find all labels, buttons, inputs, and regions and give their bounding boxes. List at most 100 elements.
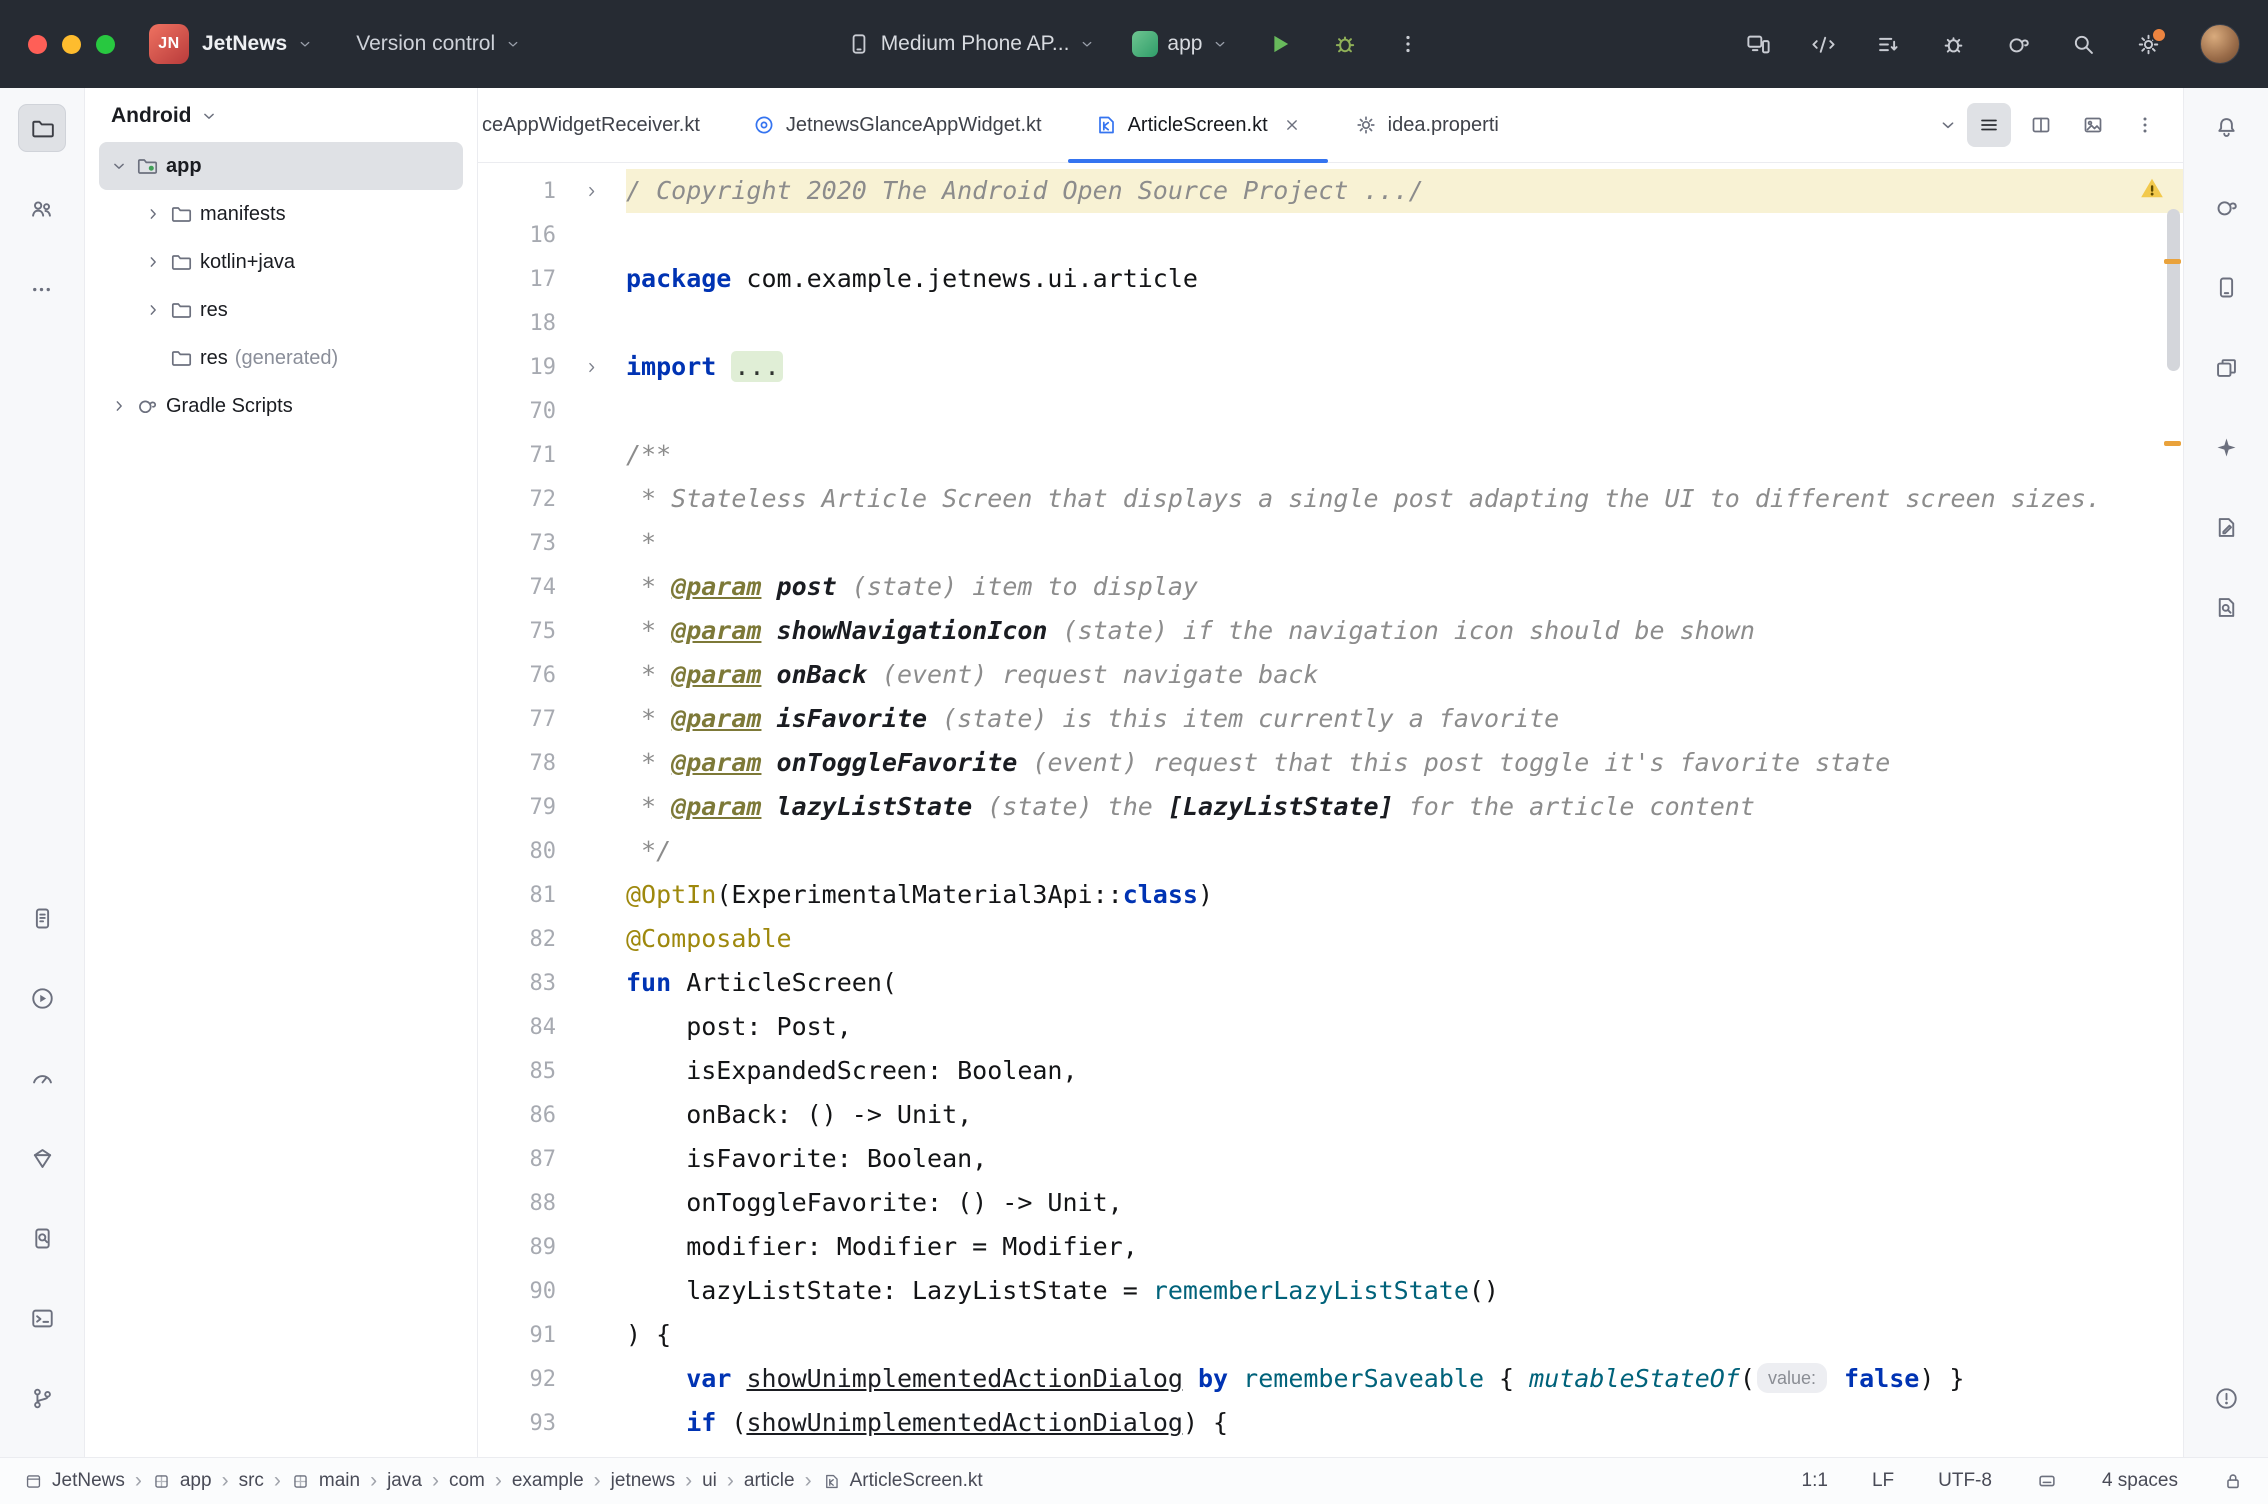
search-everywhere-icon[interactable] bbox=[2070, 31, 2097, 58]
terminal-button[interactable] bbox=[19, 1295, 65, 1341]
line-number[interactable]: 17 bbox=[478, 267, 556, 292]
device-selector[interactable]: Medium Phone AP... bbox=[846, 31, 1097, 57]
code-text[interactable]: package com.example.jetnews.ui.article bbox=[626, 257, 2183, 301]
breadcrumb-item[interactable]: jetnews bbox=[611, 1470, 675, 1492]
breadcrumb-item[interactable]: ui bbox=[702, 1470, 717, 1492]
code-text[interactable]: @Composable bbox=[626, 917, 2183, 961]
line-number[interactable]: 79 bbox=[478, 795, 556, 820]
editor-tab-articlescreen-kt[interactable]: ArticleScreen.kt bbox=[1068, 88, 1328, 162]
run-button[interactable] bbox=[19, 975, 65, 1021]
line-number[interactable]: 87 bbox=[478, 1147, 556, 1172]
code-text[interactable]: * @param post (state) item to display bbox=[626, 565, 2183, 609]
design-view-button[interactable] bbox=[2071, 103, 2115, 147]
code-text[interactable]: onBack: () -> Unit, bbox=[626, 1093, 2183, 1137]
tree-item-res[interactable]: res bbox=[99, 286, 463, 334]
code-text[interactable]: * @param isFavorite (state) is this item… bbox=[626, 697, 2183, 741]
device-mirroring-icon[interactable] bbox=[1745, 31, 1772, 58]
encoding-widget[interactable]: UTF-8 bbox=[1938, 1470, 1992, 1492]
line-number[interactable]: 74 bbox=[478, 575, 556, 600]
line-number[interactable]: 75 bbox=[478, 619, 556, 644]
gemini-button[interactable] bbox=[2203, 424, 2249, 470]
run-button[interactable] bbox=[1265, 29, 1295, 59]
code-text[interactable]: * Stateless Article Screen that displays… bbox=[626, 477, 2183, 521]
project-button[interactable] bbox=[18, 104, 66, 152]
app-inspection-button[interactable] bbox=[19, 1215, 65, 1261]
code-text[interactable]: * bbox=[626, 521, 2183, 565]
more-run-actions-icon[interactable] bbox=[1395, 31, 1421, 57]
user-avatar[interactable] bbox=[2200, 24, 2240, 64]
split-view-button[interactable] bbox=[2019, 103, 2063, 147]
line-number[interactable]: 86 bbox=[478, 1103, 556, 1128]
line-number[interactable]: 18 bbox=[478, 311, 556, 336]
caret-position-widget[interactable]: 1:1 bbox=[1802, 1470, 1828, 1492]
chevron-right-icon[interactable] bbox=[105, 396, 133, 416]
lock-icon[interactable] bbox=[2222, 1470, 2244, 1492]
editor-tab-idea-properti[interactable]: idea.properti bbox=[1328, 88, 1525, 162]
line-number[interactable]: 73 bbox=[478, 531, 556, 556]
code-text[interactable]: post: Post, bbox=[626, 1005, 2183, 1049]
tree-item-gradle-scripts[interactable]: Gradle Scripts bbox=[99, 382, 463, 430]
code-text[interactable]: isExpandedScreen: Boolean, bbox=[626, 1049, 2183, 1093]
fold-toggle-icon[interactable] bbox=[556, 182, 626, 201]
project-selector[interactable]: JetNews bbox=[202, 32, 314, 56]
logcat-button[interactable] bbox=[19, 895, 65, 941]
code-text[interactable]: lazyListState: LazyListState = rememberL… bbox=[626, 1269, 2183, 1313]
line-separator-widget[interactable]: LF bbox=[1872, 1470, 1894, 1492]
line-number[interactable]: 80 bbox=[478, 839, 556, 864]
line-number[interactable]: 92 bbox=[478, 1367, 556, 1392]
code-text[interactable]: / Copyright 2020 The Android Open Source… bbox=[626, 169, 2183, 213]
code-view-button[interactable] bbox=[1967, 103, 2011, 147]
line-number[interactable]: 76 bbox=[478, 663, 556, 688]
settings-icon[interactable] bbox=[2135, 31, 2162, 58]
debug-button[interactable] bbox=[1331, 30, 1359, 58]
notifications-button[interactable] bbox=[2203, 104, 2249, 150]
vcs-widget[interactable]: Version control bbox=[356, 32, 522, 56]
code-tools-icon[interactable] bbox=[1810, 31, 1837, 58]
error-stripe-mark[interactable] bbox=[2164, 259, 2181, 264]
breadcrumb-item[interactable]: src bbox=[239, 1470, 264, 1492]
chevron-right-icon[interactable] bbox=[139, 204, 167, 224]
jetnews-logo[interactable]: JN bbox=[149, 24, 189, 64]
chevron-right-icon[interactable] bbox=[139, 300, 167, 320]
tree-item-manifests[interactable]: manifests bbox=[99, 190, 463, 238]
code-text[interactable]: * @param onBack (event) request navigate… bbox=[626, 653, 2183, 697]
line-number[interactable]: 19 bbox=[478, 355, 556, 380]
line-number[interactable]: 89 bbox=[478, 1235, 556, 1260]
code-text[interactable]: * @param lazyListState (state) the [Lazy… bbox=[626, 785, 2183, 829]
line-number[interactable]: 84 bbox=[478, 1015, 556, 1040]
editor-scrollbar[interactable] bbox=[2167, 209, 2180, 371]
indent-widget[interactable]: 4 spaces bbox=[2102, 1470, 2178, 1492]
version-control-button[interactable] bbox=[19, 1375, 65, 1421]
line-number[interactable]: 88 bbox=[478, 1191, 556, 1216]
tree-item-app[interactable]: app bbox=[99, 142, 463, 190]
code-text[interactable]: fun ArticleScreen( bbox=[626, 961, 2183, 1005]
line-number[interactable]: 70 bbox=[478, 399, 556, 424]
editor-tab-ceappwidgetreceiver-kt[interactable]: ceAppWidgetReceiver.kt bbox=[478, 88, 726, 162]
debugger-tools-icon[interactable] bbox=[1940, 31, 1967, 58]
code-text[interactable]: modifier: Modifier = Modifier, bbox=[626, 1225, 2183, 1269]
hidden-tabs-chevron-icon[interactable] bbox=[1937, 114, 1959, 136]
breadcrumb-item[interactable]: example bbox=[512, 1470, 584, 1492]
line-number[interactable]: 1 bbox=[478, 179, 556, 204]
code-text[interactable]: ) { bbox=[626, 1313, 2183, 1357]
code-text[interactable]: @OptIn(ExperimentalMaterial3Api::class) bbox=[626, 873, 2183, 917]
breadcrumb-item[interactable]: com bbox=[449, 1470, 485, 1492]
code-text[interactable]: import ... bbox=[626, 345, 2183, 389]
code-text[interactable]: isFavorite: Boolean, bbox=[626, 1137, 2183, 1181]
line-number[interactable]: 82 bbox=[478, 927, 556, 952]
close-tab-icon[interactable] bbox=[1282, 115, 1302, 135]
code-text[interactable]: var showUnimplementedActionDialog by rem… bbox=[626, 1357, 2183, 1401]
line-number[interactable]: 77 bbox=[478, 707, 556, 732]
code-text[interactable]: /** bbox=[626, 433, 2183, 477]
code-text[interactable]: */ bbox=[626, 829, 2183, 873]
breadcrumb-item[interactable]: main bbox=[319, 1470, 360, 1492]
editor-tab-jetnewsglanceappwidget-kt[interactable]: JetnewsGlanceAppWidget.kt bbox=[726, 88, 1068, 162]
code-editor[interactable]: 1 / Copyright 2020 The Android Open Sourc… bbox=[478, 163, 2183, 1457]
tree-item-kotlin-java[interactable]: kotlin+java bbox=[99, 238, 463, 286]
run-configuration-selector[interactable]: app bbox=[1132, 31, 1229, 57]
line-number[interactable]: 90 bbox=[478, 1279, 556, 1304]
gradle-button[interactable] bbox=[2203, 184, 2249, 230]
line-number[interactable]: 83 bbox=[478, 971, 556, 996]
problems-button[interactable] bbox=[2203, 1375, 2249, 1421]
more-tool-windows-button[interactable] bbox=[18, 266, 64, 312]
